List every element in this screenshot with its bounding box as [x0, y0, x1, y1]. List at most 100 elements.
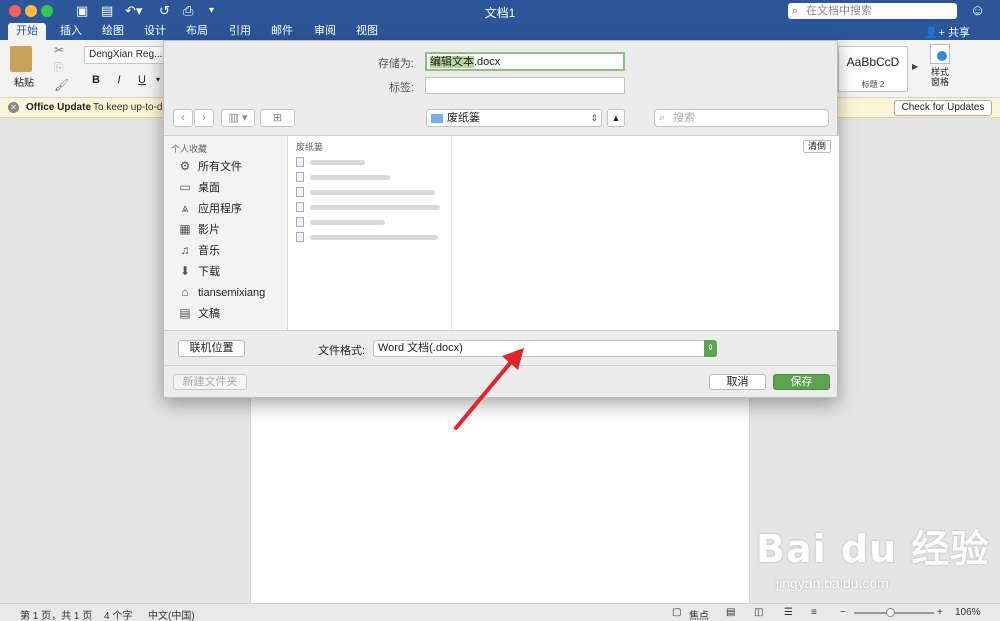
- page-count[interactable]: 第 1 页，共 1 页: [20, 607, 92, 621]
- update-title: Office Update: [26, 102, 92, 113]
- list-item[interactable]: [296, 186, 446, 198]
- sidebar-item-desktop[interactable]: ▭ 桌面: [178, 178, 220, 196]
- zoom-level[interactable]: 106%: [955, 607, 981, 618]
- empty-trash-button[interactable]: 清倒: [803, 140, 831, 153]
- online-locations-button[interactable]: 联机位置: [178, 340, 245, 357]
- sidebar-item-label: 音乐: [198, 245, 220, 257]
- gear-icon: ⚙: [179, 159, 191, 173]
- sidebar-item-downloads[interactable]: ⬇ 下载: [178, 262, 220, 280]
- styles-more-icon[interactable]: ▶: [912, 62, 918, 71]
- focus-icon[interactable]: ▢: [672, 607, 681, 618]
- cancel-button[interactable]: 取消: [709, 374, 766, 390]
- zoom-out-icon[interactable]: −: [840, 607, 846, 618]
- check-for-updates-button[interactable]: Check for Updates: [894, 100, 992, 116]
- file-icon: [296, 232, 304, 242]
- dismiss-update-icon[interactable]: ✕: [8, 102, 19, 113]
- document-search-input[interactable]: ⌕ 在文档中搜索: [788, 3, 957, 19]
- font-name-select[interactable]: DengXian Reg...: [84, 46, 164, 64]
- language[interactable]: 中文(中国): [148, 607, 195, 621]
- select-arrows-icon: ⇕: [590, 113, 598, 123]
- zoom-slider[interactable]: [854, 608, 934, 617]
- sidebar-item-home[interactable]: ⌂ tiansemixiang: [178, 283, 265, 301]
- file-format-select[interactable]: Word 文档(.docx) ⇕: [373, 340, 717, 357]
- favorites-sidebar: 个人收藏 ⚙ 所有文件 ▭ 桌面 ⩓ 应用程序 ▦ 影片 ♫ 音乐 ⬇ 下载 ⌂ tianse…: [164, 136, 288, 330]
- blurred-filename: [310, 205, 440, 210]
- new-folder-button[interactable]: 新建文件夹: [173, 374, 247, 390]
- add-person-icon: 👤+: [924, 27, 948, 39]
- list-item[interactable]: [296, 216, 446, 228]
- dialog-search-input[interactable]: ⌕ 搜索: [654, 109, 829, 127]
- copy-icon[interactable]: ⎘: [54, 60, 64, 75]
- document-search-placeholder: 在文档中搜索: [806, 5, 872, 17]
- sidebar-item-label: 所有文件: [198, 161, 242, 173]
- tab-view[interactable]: 视图: [348, 23, 386, 40]
- baidu-watermark: Bai du 经验 jingyan.baidu.com: [756, 518, 989, 591]
- zoom-in-icon[interactable]: +: [937, 607, 943, 618]
- italic-button[interactable]: I: [111, 72, 127, 88]
- style-heading-2[interactable]: AaBbCcD 标题 2: [838, 46, 908, 92]
- documents-icon: ▤: [179, 306, 191, 320]
- sidebar-item-label: 桌面: [198, 182, 220, 194]
- outline-icon[interactable]: ☰: [784, 607, 793, 618]
- styles-pane-button[interactable]: 样式 窗格: [926, 44, 954, 87]
- tab-design[interactable]: 设计: [136, 23, 174, 40]
- list-item[interactable]: [296, 171, 446, 183]
- blurred-filename: [310, 220, 385, 225]
- sidebar-item-movies[interactable]: ▦ 影片: [178, 220, 220, 238]
- tab-layout[interactable]: 布局: [178, 23, 216, 40]
- share-button[interactable]: 👤+ 共享: [925, 24, 970, 40]
- sidebar-item-all-files[interactable]: ⚙ 所有文件: [178, 157, 242, 175]
- focus-label[interactable]: 焦点: [689, 607, 709, 621]
- styles-pane-icon: [930, 44, 950, 64]
- arrow-shaft: [454, 354, 518, 430]
- back-button[interactable]: ‹: [173, 109, 193, 127]
- select-arrows-icon: ⇕: [704, 340, 717, 357]
- watermark-url: jingyan.baidu.com: [776, 575, 889, 591]
- print-layout-icon[interactable]: ▤: [726, 607, 735, 618]
- bold-button[interactable]: B: [88, 72, 104, 88]
- tab-references[interactable]: 引用: [221, 23, 259, 40]
- underline-button[interactable]: U: [134, 72, 150, 88]
- paste-icon[interactable]: [10, 46, 32, 72]
- view-options-icon[interactable]: ▥ ▾: [221, 109, 255, 127]
- paste-label: 粘贴: [14, 78, 34, 89]
- file-name-input[interactable]: 编辑文本.docx: [425, 52, 625, 71]
- tab-review[interactable]: 审阅: [306, 23, 344, 40]
- home-icon: ⌂: [181, 285, 189, 299]
- desktop-icon: ▭: [179, 180, 191, 194]
- web-layout-icon[interactable]: ◫: [754, 607, 763, 618]
- tab-mailings[interactable]: 邮件: [263, 23, 301, 40]
- cut-icon[interactable]: ✂: [54, 43, 64, 57]
- tab-home[interactable]: 开始: [8, 23, 46, 40]
- dialog-search-placeholder: 搜索: [673, 112, 695, 124]
- tab-insert[interactable]: 插入: [52, 23, 90, 40]
- tags-label: 标签:: [388, 82, 414, 94]
- blurred-filename: [310, 190, 435, 195]
- new-folder-icon[interactable]: ⊞: [260, 109, 295, 127]
- expand-collapse-icon[interactable]: ▲: [607, 109, 625, 127]
- apps-icon: ⩓: [181, 201, 189, 215]
- tab-draw[interactable]: 绘图: [94, 23, 132, 40]
- save-button[interactable]: 保存: [773, 374, 830, 390]
- forward-button[interactable]: ›: [194, 109, 214, 127]
- sidebar-item-applications[interactable]: ⩓ 应用程序: [178, 199, 242, 217]
- feedback-smiley-icon[interactable]: ☺: [970, 2, 985, 19]
- search-icon: ⌕: [659, 112, 666, 124]
- sidebar-item-documents[interactable]: ▤ 文稿: [178, 304, 220, 322]
- file-icon: [296, 217, 304, 227]
- ribbon-tabs: 开始 插入 绘图 设计 布局 引用 邮件 审阅 视图 👤+ 共享: [0, 22, 1000, 40]
- location-select[interactable]: 废纸篓 ⇕: [426, 109, 602, 127]
- save-as-label: 存储为:: [377, 58, 414, 70]
- list-item[interactable]: [296, 231, 446, 243]
- tags-input[interactable]: [425, 77, 625, 94]
- watermark-logo: Bai du 经验: [756, 527, 990, 571]
- list-item[interactable]: [296, 156, 446, 168]
- format-painter-icon[interactable]: 🖌: [54, 78, 69, 92]
- word-count[interactable]: 4 个字: [104, 607, 132, 621]
- styles-pane-label: 样式 窗格: [930, 67, 949, 87]
- list-item[interactable]: [296, 201, 446, 213]
- file-icon: [296, 202, 304, 212]
- sidebar-item-music[interactable]: ♫ 音乐: [178, 241, 221, 259]
- zoom-slider-knob[interactable]: [886, 608, 895, 617]
- draft-icon[interactable]: ≡: [811, 607, 817, 618]
